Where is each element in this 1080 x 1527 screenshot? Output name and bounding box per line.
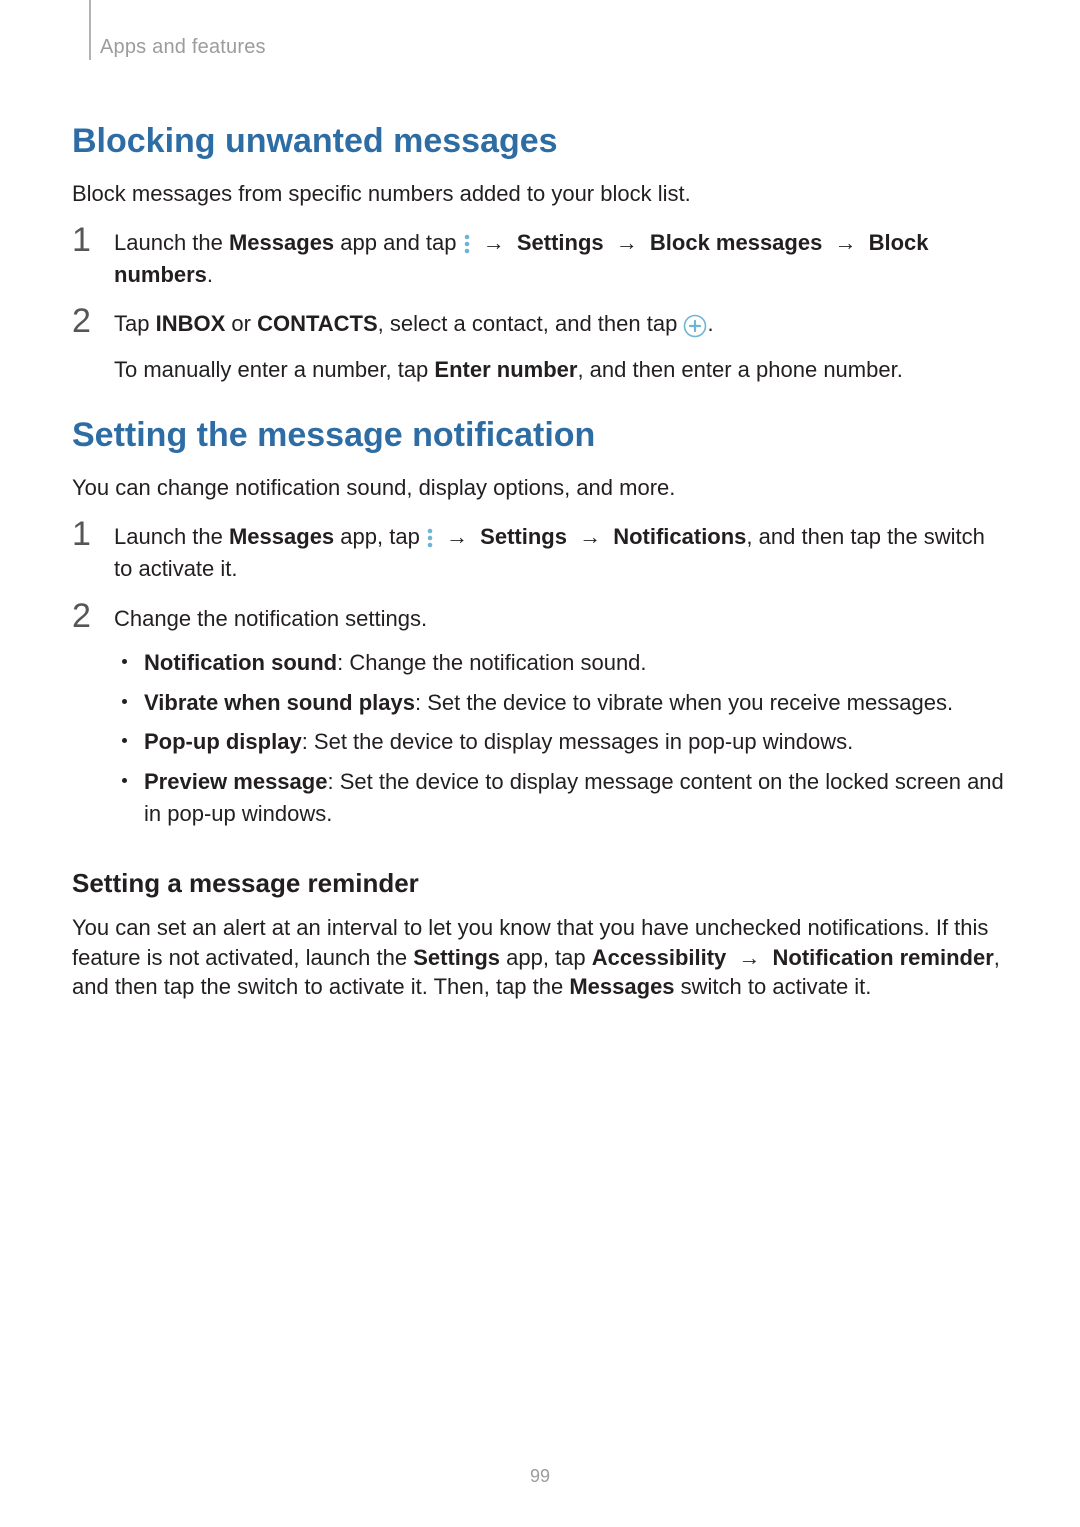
heading-blocking-unwanted-messages: Blocking unwanted messages	[72, 122, 1008, 161]
text: Change the notification settings.	[114, 603, 1008, 635]
menu-notification-reminder: Notification reminder	[773, 945, 994, 970]
heading-message-reminder: Setting a message reminder	[72, 868, 1008, 899]
bullet-icon	[122, 778, 127, 783]
label-contacts: CONTACTS	[257, 311, 378, 336]
heading-setting-notification: Setting the message notification	[72, 416, 1008, 455]
label-inbox: INBOX	[156, 311, 226, 336]
bullet-icon	[122, 699, 127, 704]
lead-notification: You can change notification sound, displ…	[72, 473, 1008, 503]
text: app, tap	[334, 524, 426, 549]
step-body: Change the notification settings. Notifi…	[114, 603, 1008, 838]
label-vibrate: Vibrate when sound plays	[144, 690, 415, 715]
step-number: 2	[72, 599, 114, 633]
arrow-text: →	[604, 230, 650, 255]
step-2: 2 Change the notification settings. Noti…	[72, 603, 1008, 838]
steps-blocking: 1 Launch the Messages app and tap → Sett…	[72, 227, 1008, 387]
text: switch to activate it.	[675, 974, 872, 999]
step-1: 1 Launch the Messages app and tap → Sett…	[72, 227, 1008, 291]
text: .	[707, 311, 713, 336]
switch-messages: Messages	[569, 974, 674, 999]
step-body: Launch the Messages app, tap → Settings …	[114, 521, 1008, 585]
text: .	[207, 262, 213, 287]
text: , select a contact, and then tap	[378, 311, 684, 336]
step-number: 1	[72, 517, 114, 551]
margin-rule	[89, 0, 91, 60]
step-1: 1 Launch the Messages app, tap → Setting…	[72, 521, 1008, 585]
list-item: Preview message: Set the device to displ…	[114, 766, 1008, 830]
step-2: 2 Tap INBOX or CONTACTS, select a contac…	[72, 308, 1008, 386]
more-options-icon	[426, 527, 434, 549]
list-item: Vibrate when sound plays: Set the device…	[114, 687, 1008, 719]
text: , and then enter a phone number.	[577, 357, 902, 382]
add-circle-icon	[683, 314, 707, 338]
label-popup-display: Pop-up display	[144, 729, 302, 754]
step-body: Launch the Messages app and tap → Settin…	[114, 227, 1008, 291]
text: app and tap	[334, 230, 462, 255]
text: Tap	[114, 311, 156, 336]
text: : Set the device to vibrate when you rec…	[415, 690, 953, 715]
label-preview-message: Preview message	[144, 769, 327, 794]
list-item: Pop-up display: Set the device to displa…	[114, 726, 1008, 758]
bullet-icon	[122, 659, 127, 664]
text: or	[225, 311, 257, 336]
text: To manually enter a number, tap	[114, 357, 434, 382]
step-number: 1	[72, 223, 114, 257]
step-body: Tap INBOX or CONTACTS, select a contact,…	[114, 308, 1008, 386]
text: Launch the	[114, 524, 229, 549]
menu-settings: Settings	[480, 524, 567, 549]
arrow-text: →	[471, 230, 517, 255]
arrow-text: →	[822, 230, 868, 255]
more-options-icon	[463, 233, 471, 255]
menu-settings: Settings	[517, 230, 604, 255]
page: Apps and features Blocking unwanted mess…	[0, 0, 1080, 1527]
content: Blocking unwanted messages Block message…	[72, 122, 1008, 1002]
arrow-text: →	[726, 945, 772, 970]
step-number: 2	[72, 304, 114, 338]
text: : Set the device to display messages in …	[302, 729, 854, 754]
menu-block-messages: Block messages	[650, 230, 822, 255]
text: app, tap	[500, 945, 592, 970]
text: Launch the	[114, 230, 229, 255]
app-name-messages: Messages	[229, 524, 334, 549]
arrow-text: →	[434, 524, 480, 549]
paragraph-reminder: You can set an alert at an interval to l…	[72, 913, 1008, 1002]
page-number: 99	[0, 1466, 1080, 1487]
arrow-text: →	[567, 524, 613, 549]
app-name-settings: Settings	[413, 945, 500, 970]
bullet-list: Notification sound: Change the notificat…	[114, 647, 1008, 830]
bullet-icon	[122, 738, 127, 743]
text: : Change the notification sound.	[337, 650, 646, 675]
label-enter-number: Enter number	[434, 357, 577, 382]
list-item: Notification sound: Change the notificat…	[114, 647, 1008, 679]
label-notification-sound: Notification sound	[144, 650, 337, 675]
menu-notifications: Notifications	[613, 524, 746, 549]
menu-accessibility: Accessibility	[592, 945, 727, 970]
steps-notification: 1 Launch the Messages app, tap → Setting…	[72, 521, 1008, 838]
breadcrumb: Apps and features	[100, 36, 266, 59]
lead-blocking: Block messages from specific numbers add…	[72, 179, 1008, 209]
app-name-messages: Messages	[229, 230, 334, 255]
